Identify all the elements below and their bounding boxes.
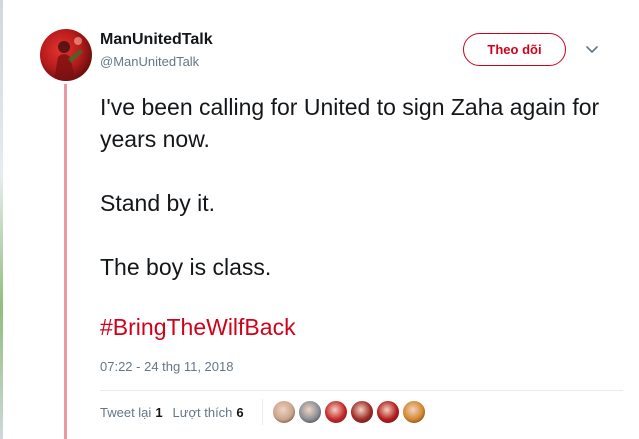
divider <box>100 390 623 391</box>
retweet-value: 1 <box>155 404 163 420</box>
tweet-paragraph: The boy is class. <box>100 254 272 280</box>
tweet-text: I've been calling for United to sign Zah… <box>100 91 620 283</box>
liker-avatar[interactable] <box>376 400 400 424</box>
likers-list <box>272 400 428 424</box>
liker-avatar[interactable] <box>324 400 348 424</box>
author-avatar[interactable] <box>40 29 92 81</box>
liker-avatar[interactable] <box>272 400 296 424</box>
tweet-timestamp[interactable]: 07:22 - 24 thg 11, 2018 <box>100 359 233 374</box>
liker-avatar[interactable] <box>402 400 426 424</box>
more-options-chevron-down-icon[interactable] <box>584 44 600 56</box>
like-count[interactable]: Lượt thích 6 <box>173 405 244 420</box>
hashtag-link[interactable]: #BringTheWilfBack <box>100 314 296 341</box>
author-handle[interactable]: @ManUnitedTalk <box>100 54 199 69</box>
tweet-paragraph: Stand by it. <box>100 190 216 216</box>
author-name[interactable]: ManUnitedTalk <box>100 31 213 49</box>
stats-separator <box>262 399 263 425</box>
retweet-count[interactable]: Tweet lại 1 <box>100 405 163 420</box>
retweet-label: Tweet lại <box>100 404 152 420</box>
like-value: 6 <box>236 404 244 420</box>
like-label: Lượt thích <box>172 404 233 420</box>
window-edge <box>0 0 3 439</box>
liker-avatar[interactable] <box>298 400 322 424</box>
tweet-paragraph: I've been calling for United to sign Zah… <box>100 94 600 152</box>
follow-button[interactable]: Theo dõi <box>463 33 566 66</box>
liker-avatar[interactable] <box>350 400 374 424</box>
tweet-stats: Tweet lại 1 Lượt thích 6 <box>100 404 244 420</box>
thread-line <box>64 84 67 439</box>
